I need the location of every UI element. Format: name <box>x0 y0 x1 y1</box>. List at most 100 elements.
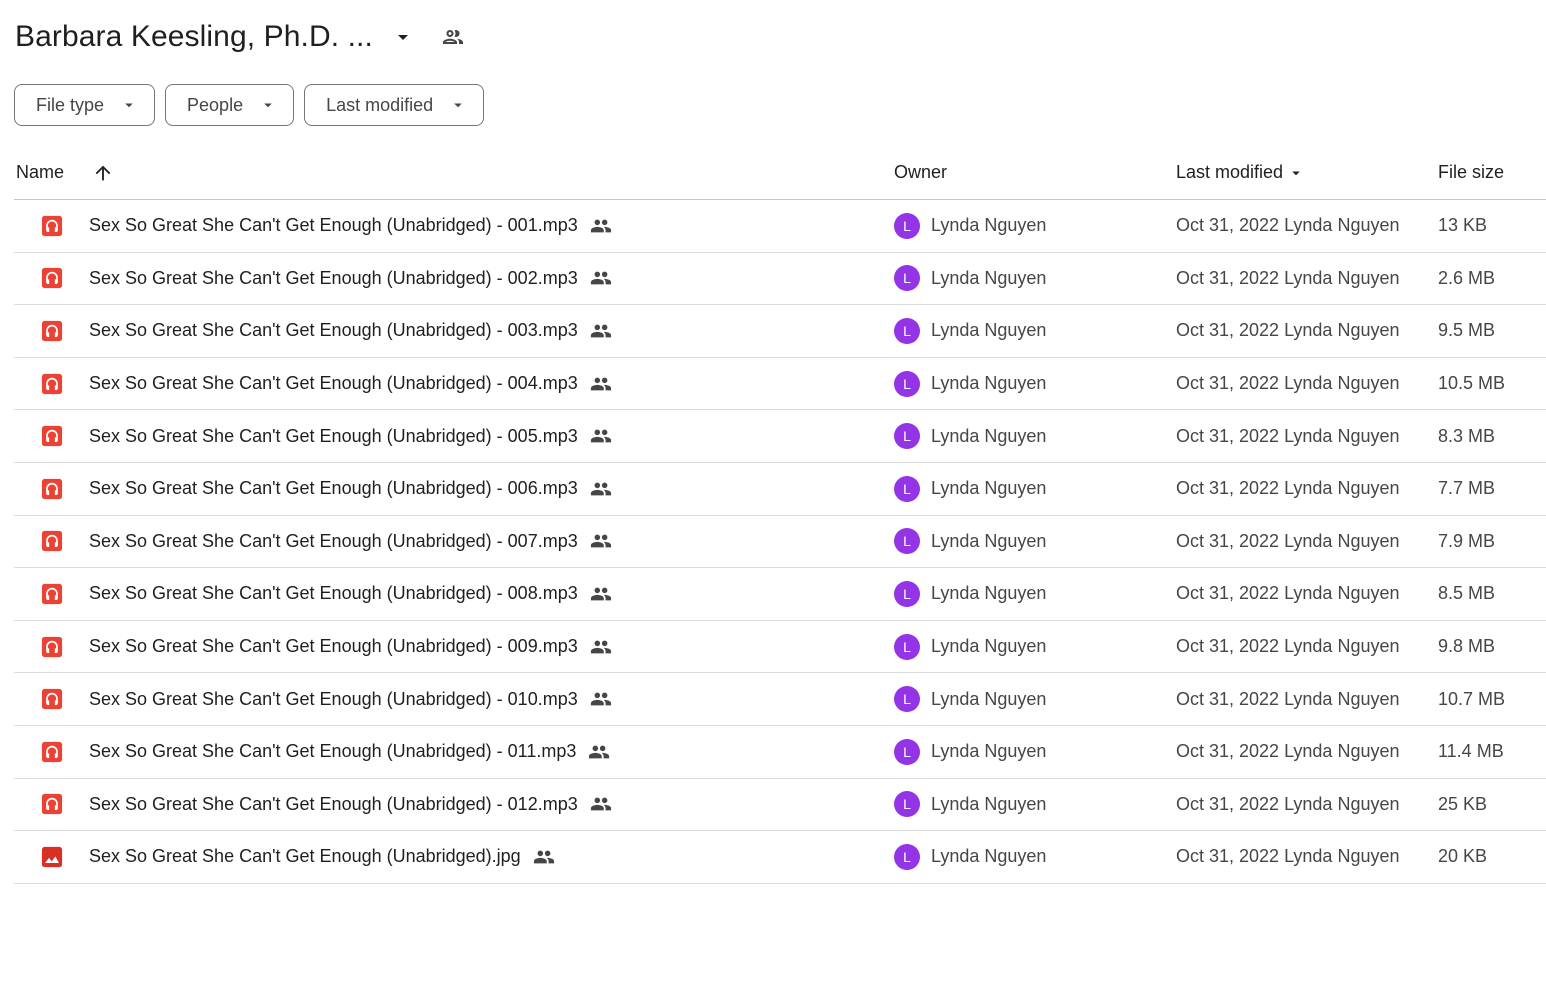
file-size-cell: 10.7 MB <box>1438 688 1506 709</box>
shared-icon <box>590 425 612 447</box>
last-modified-cell: Oct 31, 2022 Lynda Nguyen <box>1176 688 1400 709</box>
avatar: L <box>894 475 920 502</box>
shared-icon <box>533 846 555 868</box>
file-name[interactable]: Sex So Great She Can't Get Enough (Unabr… <box>89 531 578 552</box>
shared-icon <box>590 320 612 342</box>
shared-folder-icon[interactable] <box>441 25 465 49</box>
last-modified-cell: Oct 31, 2022 Lynda Nguyen <box>1176 425 1400 446</box>
table-row[interactable]: Sex So Great She Can't Get Enough (Unabr… <box>14 779 1546 832</box>
file-name[interactable]: Sex So Great She Can't Get Enough (Unabr… <box>89 215 578 236</box>
audio-file-icon <box>41 636 63 658</box>
avatar: L <box>894 843 920 870</box>
file-size-cell: 8.5 MB <box>1438 583 1496 604</box>
file-name-cell: Sex So Great She Can't Get Enough (Unabr… <box>14 530 894 552</box>
file-size-cell: 9.8 MB <box>1438 636 1496 657</box>
table-row[interactable]: Sex So Great She Can't Get Enough (Unabr… <box>14 410 1546 463</box>
file-name[interactable]: Sex So Great She Can't Get Enough (Unabr… <box>89 794 578 815</box>
last-modified-cell: Oct 31, 2022 Lynda Nguyen <box>1176 793 1400 814</box>
file-name[interactable]: Sex So Great She Can't Get Enough (Unabr… <box>89 583 578 604</box>
owner-cell: L Lynda Nguyen <box>894 791 1176 818</box>
file-name[interactable]: Sex So Great She Can't Get Enough (Unabr… <box>89 636 578 657</box>
table-row[interactable]: Sex So Great She Can't Get Enough (Unabr… <box>14 673 1546 726</box>
table-row[interactable]: Sex So Great She Can't Get Enough (Unabr… <box>14 726 1546 779</box>
file-size-cell: 11.4 MB <box>1438 741 1504 762</box>
owner-cell: L Lynda Nguyen <box>894 212 1176 239</box>
file-name[interactable]: Sex So Great She Can't Get Enough (Unabr… <box>89 846 521 867</box>
file-name-cell: Sex So Great She Can't Get Enough (Unabr… <box>14 373 894 395</box>
last-modified-filter-label: Last modified <box>326 94 434 115</box>
avatar: L <box>894 633 920 660</box>
column-last-modified[interactable]: Last modified <box>1176 162 1438 183</box>
shared-icon <box>590 793 612 815</box>
people-filter[interactable]: People <box>165 84 295 126</box>
file-name-cell: Sex So Great She Can't Get Enough (Unabr… <box>14 320 894 342</box>
file-name-cell: Sex So Great She Can't Get Enough (Unabr… <box>14 688 894 710</box>
file-name[interactable]: Sex So Great She Can't Get Enough (Unabr… <box>89 320 578 341</box>
shared-icon <box>590 688 612 710</box>
owner-name: Lynda Nguyen <box>931 320 1047 341</box>
owner-cell: L Lynda Nguyen <box>894 370 1176 397</box>
file-size-cell: 7.9 MB <box>1438 530 1496 551</box>
table-row[interactable]: Sex So Great She Can't Get Enough (Unabr… <box>14 200 1546 253</box>
last-modified-cell: Oct 31, 2022 Lynda Nguyen <box>1176 320 1400 341</box>
image-file-icon <box>41 846 63 868</box>
owner-name: Lynda Nguyen <box>931 478 1047 499</box>
file-name[interactable]: Sex So Great She Can't Get Enough (Unabr… <box>89 426 578 447</box>
avatar: L <box>894 528 920 555</box>
table-row[interactable]: Sex So Great She Can't Get Enough (Unabr… <box>14 358 1546 411</box>
table-row[interactable]: Sex So Great She Can't Get Enough (Unabr… <box>14 463 1546 516</box>
owner-name: Lynda Nguyen <box>931 530 1047 551</box>
filter-chips: File type People Last modified <box>14 84 485 126</box>
shared-icon <box>590 373 612 395</box>
arrow-drop-down-icon[interactable] <box>391 25 415 49</box>
owner-name: Lynda Nguyen <box>931 636 1047 657</box>
file-name-cell: Sex So Great She Can't Get Enough (Unabr… <box>14 478 894 500</box>
last-modified-cell: Oct 31, 2022 Lynda Nguyen <box>1176 636 1400 657</box>
owner-cell: L Lynda Nguyen <box>894 843 1176 870</box>
table-row[interactable]: Sex So Great She Can't Get Enough (Unabr… <box>14 253 1546 306</box>
file-size-cell: 10.5 MB <box>1438 373 1506 394</box>
file-name[interactable]: Sex So Great She Can't Get Enough (Unabr… <box>89 268 578 289</box>
file-name[interactable]: Sex So Great She Can't Get Enough (Unabr… <box>89 741 576 762</box>
arrow-drop-down-icon <box>259 96 277 114</box>
table-header: Name Owner Last modified File size <box>14 146 1546 200</box>
file-name-cell: Sex So Great She Can't Get Enough (Unabr… <box>14 267 894 289</box>
file-size-cell: 7.7 MB <box>1438 478 1496 499</box>
owner-cell: L Lynda Nguyen <box>894 317 1176 344</box>
audio-file-icon <box>41 425 63 447</box>
shared-icon <box>590 215 612 237</box>
file-name-cell: Sex So Great She Can't Get Enough (Unabr… <box>14 425 894 447</box>
folder-title: Barbara Keesling, Ph.D. ... <box>15 20 373 53</box>
last-modified-filter[interactable]: Last modified <box>304 84 485 126</box>
owner-name: Lynda Nguyen <box>931 688 1047 709</box>
avatar: L <box>894 791 920 818</box>
file-name[interactable]: Sex So Great She Can't Get Enough (Unabr… <box>89 373 578 394</box>
table-row[interactable]: Sex So Great She Can't Get Enough (Unabr… <box>14 621 1546 674</box>
column-file-size[interactable]: File size <box>1438 162 1546 183</box>
owner-cell: L Lynda Nguyen <box>894 265 1176 292</box>
file-name[interactable]: Sex So Great She Can't Get Enough (Unabr… <box>89 689 578 710</box>
arrow-drop-down-icon <box>449 96 467 114</box>
owner-name: Lynda Nguyen <box>931 846 1047 867</box>
table-row[interactable]: Sex So Great She Can't Get Enough (Unabr… <box>14 568 1546 621</box>
table-row[interactable]: Sex So Great She Can't Get Enough (Unabr… <box>14 516 1546 569</box>
file-size-cell: 9.5 MB <box>1438 320 1496 341</box>
column-name[interactable]: Name <box>14 162 894 184</box>
column-owner[interactable]: Owner <box>894 162 1176 183</box>
table-row[interactable]: Sex So Great She Can't Get Enough (Unabr… <box>14 831 1546 884</box>
table-row[interactable]: Sex So Great She Can't Get Enough (Unabr… <box>14 305 1546 358</box>
last-modified-cell: Oct 31, 2022 Lynda Nguyen <box>1176 215 1400 236</box>
last-modified-cell: Oct 31, 2022 Lynda Nguyen <box>1176 267 1400 288</box>
audio-file-icon <box>41 478 63 500</box>
arrow-upward-icon[interactable] <box>92 162 114 184</box>
shared-icon <box>588 741 610 763</box>
audio-file-icon <box>41 215 63 237</box>
audio-file-icon <box>41 530 63 552</box>
arrow-drop-down-icon[interactable] <box>1287 164 1305 182</box>
owner-name: Lynda Nguyen <box>931 583 1047 604</box>
shared-icon <box>590 636 612 658</box>
file-name[interactable]: Sex So Great She Can't Get Enough (Unabr… <box>89 478 578 499</box>
file-type-filter[interactable]: File type <box>14 84 156 126</box>
owner-cell: L Lynda Nguyen <box>894 738 1176 765</box>
file-name-cell: Sex So Great She Can't Get Enough (Unabr… <box>14 793 894 815</box>
